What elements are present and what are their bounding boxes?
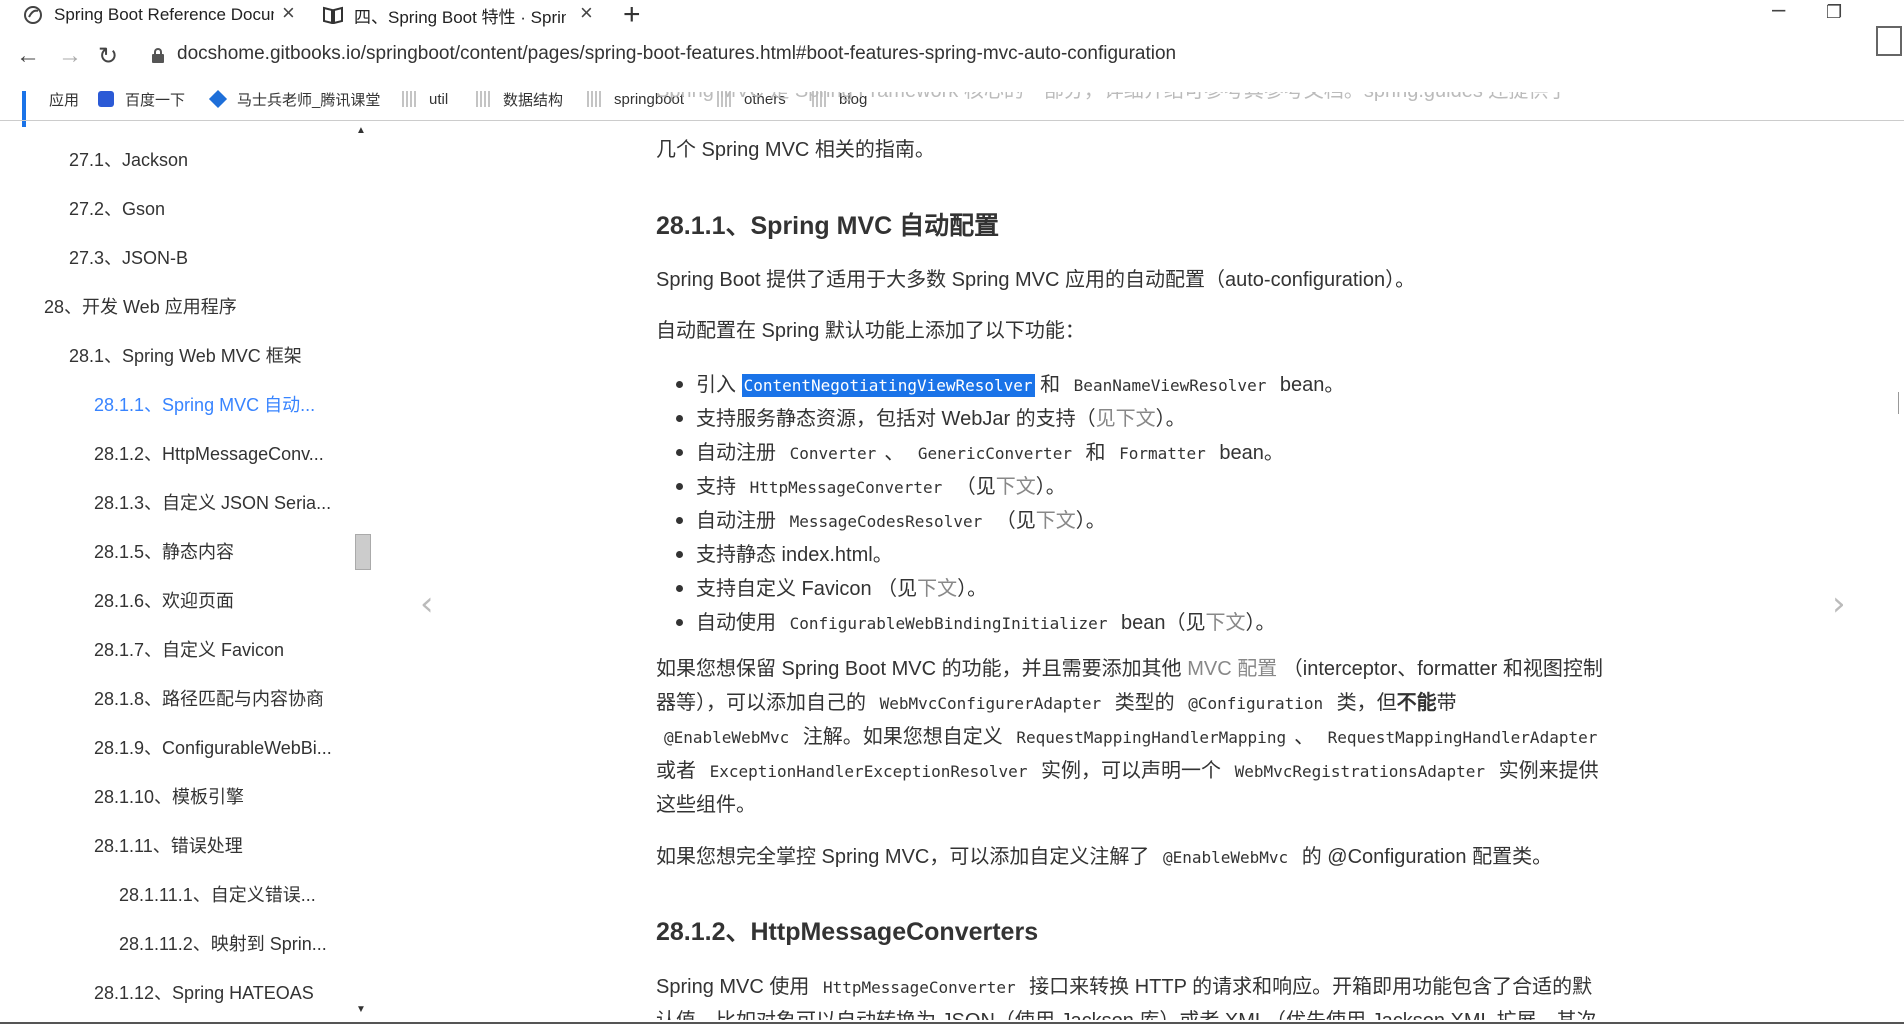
tab-strip: Spring Boot Reference Docum × 四、Spring B… [0, 0, 1904, 32]
paragraph-full-control: 如果您想完全掌控 Spring MVC，可以添加自定义注解了 @EnableWe… [656, 846, 1553, 868]
list-item: 支持服务静态资源，包括对 WebJar 的支持（见下文）。 [696, 408, 1186, 430]
baidu-paw-icon [98, 91, 114, 107]
paragraph-converters: Spring MVC 使用 HttpMessageConverter 接口来转换… [656, 976, 1593, 998]
bullet [676, 449, 683, 456]
paragraph-features: 自动配置在 Spring 默认功能上添加了以下功能： [656, 320, 1085, 342]
bookmark-label: 百度一下 [125, 91, 186, 109]
toc-item[interactable]: 28.1.12、Spring HATEOAS [94, 979, 339, 1005]
bookmark-label: 马士兵老师_腾讯课堂 [237, 91, 381, 109]
previous-page-icon[interactable]: ‹ [420, 584, 434, 624]
tab-title: 四、Spring Boot 特性 · SpringI [354, 7, 566, 27]
bookmark-apps[interactable]: 应用 [22, 86, 80, 127]
list-item: 引入 ContentNegotiatingViewResolver 和 Bean… [696, 374, 1345, 397]
paragraph-intro: 几个 Spring MVC 相关的指南。 [656, 139, 935, 161]
paragraph-intro-cut: Spring MVC 是 Spring Framework 核心的一部分，详细介… [656, 92, 1568, 112]
bookmark-baidu[interactable]: 百度一下 [98, 86, 185, 112]
bullet [676, 517, 683, 524]
paragraph-line: @EnableWebMvc 注解。如果您想自定义 RequestMappingH… [664, 726, 1598, 748]
folder-icon [402, 91, 418, 107]
scroll-up-arrow-icon[interactable]: ▲ [356, 125, 366, 136]
toc-item[interactable]: 28.1.7、自定义 Favicon [94, 636, 339, 662]
section-heading-http-message-converters: 28.1.2、HttpMessageConverters [656, 918, 1039, 946]
bullet [676, 551, 683, 558]
right-edge-handle [1898, 392, 1904, 414]
lock-icon [152, 48, 164, 63]
bullet [676, 483, 683, 490]
minimize-icon[interactable]: – [1772, 0, 1785, 24]
paragraph-line: 或者 ExceptionHandlerExceptionResolver 实例，… [656, 760, 1599, 782]
scroll-down-arrow-icon[interactable]: ▼ [356, 1004, 366, 1015]
sidebar-scrollbar-thumb[interactable] [355, 534, 371, 570]
folder-icon [587, 91, 603, 107]
list-item: 自动注册 Converter、 GenericConverter 和 Forma… [696, 442, 1284, 464]
list-item: 支持静态 index.html。 [696, 544, 893, 566]
toc-item[interactable]: 28.1.6、欢迎页面 [94, 587, 339, 613]
tab-spring-boot-reference[interactable]: Spring Boot Reference Docum × [22, 0, 300, 30]
new-tab-button[interactable]: + [623, 0, 641, 32]
book-icon [322, 4, 344, 26]
paragraph-converters-cut: 认值，比如对象可以自动转换为 JSON（使用 Jackson 库）或者 XML（… [656, 1004, 1596, 1020]
mvc-config-link[interactable]: MVC 配置 [1187, 658, 1277, 680]
see-below-link[interactable]: 见下文 [1096, 408, 1156, 430]
bookmark-label: util [429, 90, 449, 108]
bookmark-label: 数据结构 [503, 91, 564, 109]
toc-item[interactable]: 28.1.2、HttpMessageConv... [94, 440, 339, 466]
toc-item[interactable]: 28.1.3、自定义 JSON Seria... [94, 489, 339, 515]
see-below-link[interactable]: 下文 [1036, 510, 1076, 532]
paragraph-auto-config: Spring Boot 提供了适用于大多数 Spring MVC 应用的自动配置… [656, 269, 1416, 291]
paragraph-line: 如果您想保留 Spring Boot MVC 的功能，并且需要添加其他 MVC … [656, 658, 1603, 680]
reload-icon[interactable]: ↻ [98, 42, 118, 71]
list-item: 支持自定义 Favicon （见下文）。 [696, 578, 988, 600]
toc-sidebar: ▲ 27.1、Jackson 27.2、Gson 27.3、JSON-B 28、… [0, 121, 380, 1024]
toc-item-active[interactable]: 28.1.1、Spring MVC 自动... [94, 391, 339, 417]
toc-item[interactable]: 28.1.11.1、自定义错误... [119, 881, 339, 907]
back-icon[interactable]: ← [16, 42, 40, 70]
toc-item[interactable]: 27.3、JSON-B [69, 244, 339, 270]
toc-item[interactable]: 28、开发 Web 应用程序 [44, 293, 334, 319]
bookmark-folder-data-structures[interactable]: 数据结构 [476, 86, 563, 112]
bookmark-folder-util[interactable]: util [402, 86, 448, 112]
list-item: 自动使用 ConfigurableWebBindingInitializer b… [696, 612, 1276, 634]
browser-toolbar: ← → ↻ docshome.gitbooks.io/springboot/co… [0, 38, 1904, 78]
see-below-link[interactable]: 下文 [917, 578, 957, 600]
toc-item[interactable]: 28.1.5、静态内容 [94, 538, 339, 564]
address-bar[interactable]: docshome.gitbooks.io/springboot/content/… [177, 43, 1176, 65]
toc-item[interactable]: 27.2、Gson [69, 195, 339, 221]
see-below-link[interactable]: 下文 [996, 476, 1036, 498]
toc-item[interactable]: 28.1.8、路径匹配与内容协商 [94, 685, 339, 711]
bullet [676, 415, 683, 422]
tab-spring-boot-features[interactable]: 四、Spring Boot 特性 · SpringI × [322, 0, 602, 30]
spring-leaf-icon [22, 4, 44, 26]
tab-title: Spring Boot Reference Docum [54, 5, 274, 24]
restore-icon[interactable]: ❐ [1826, 2, 1842, 23]
see-below-link[interactable]: 下文 [1206, 612, 1246, 634]
bullet [676, 619, 683, 626]
close-tab-icon[interactable]: × [282, 0, 295, 26]
bookmark-mashibing[interactable]: 马士兵老师_腾讯课堂 [208, 86, 381, 112]
toc-item[interactable]: 28.1.9、ConfigurableWebBi... [94, 734, 339, 760]
list-item: 自动注册 MessageCodesResolver （见下文）。 [696, 510, 1106, 532]
toc-item[interactable]: 28.1.10、模板引擎 [94, 783, 339, 809]
tencent-classroom-icon [208, 89, 228, 109]
bookmark-label: 应用 [49, 91, 80, 109]
paragraph-line: 这些组件。 [656, 794, 756, 816]
list-item: 支持 HttpMessageConverter （见下文）。 [696, 476, 1066, 498]
section-heading-auto-config: 28.1.1、Spring MVC 自动配置 [656, 212, 1000, 240]
folder-icon [476, 91, 492, 107]
bullet [676, 585, 683, 592]
selected-code-text: ContentNegotiatingViewResolver [741, 374, 1035, 397]
bullet [676, 381, 683, 388]
paragraph-line: 器等），可以添加自己的 WebMvcConfigurerAdapter 类型的 … [656, 692, 1457, 714]
close-tab-icon[interactable]: × [580, 0, 593, 26]
toc-item[interactable]: 28.1、Spring Web MVC 框架 [69, 342, 339, 368]
toc-item[interactable]: 28.1.11.2、映射到 Sprin... [119, 930, 339, 956]
apps-grid-icon [22, 91, 38, 127]
next-page-icon[interactable]: › [1832, 584, 1846, 624]
toc-item[interactable]: 27.1、Jackson [69, 146, 339, 172]
toc-item[interactable]: 28.1.11、错误处理 [94, 832, 339, 858]
forward-icon[interactable]: → [58, 42, 82, 70]
